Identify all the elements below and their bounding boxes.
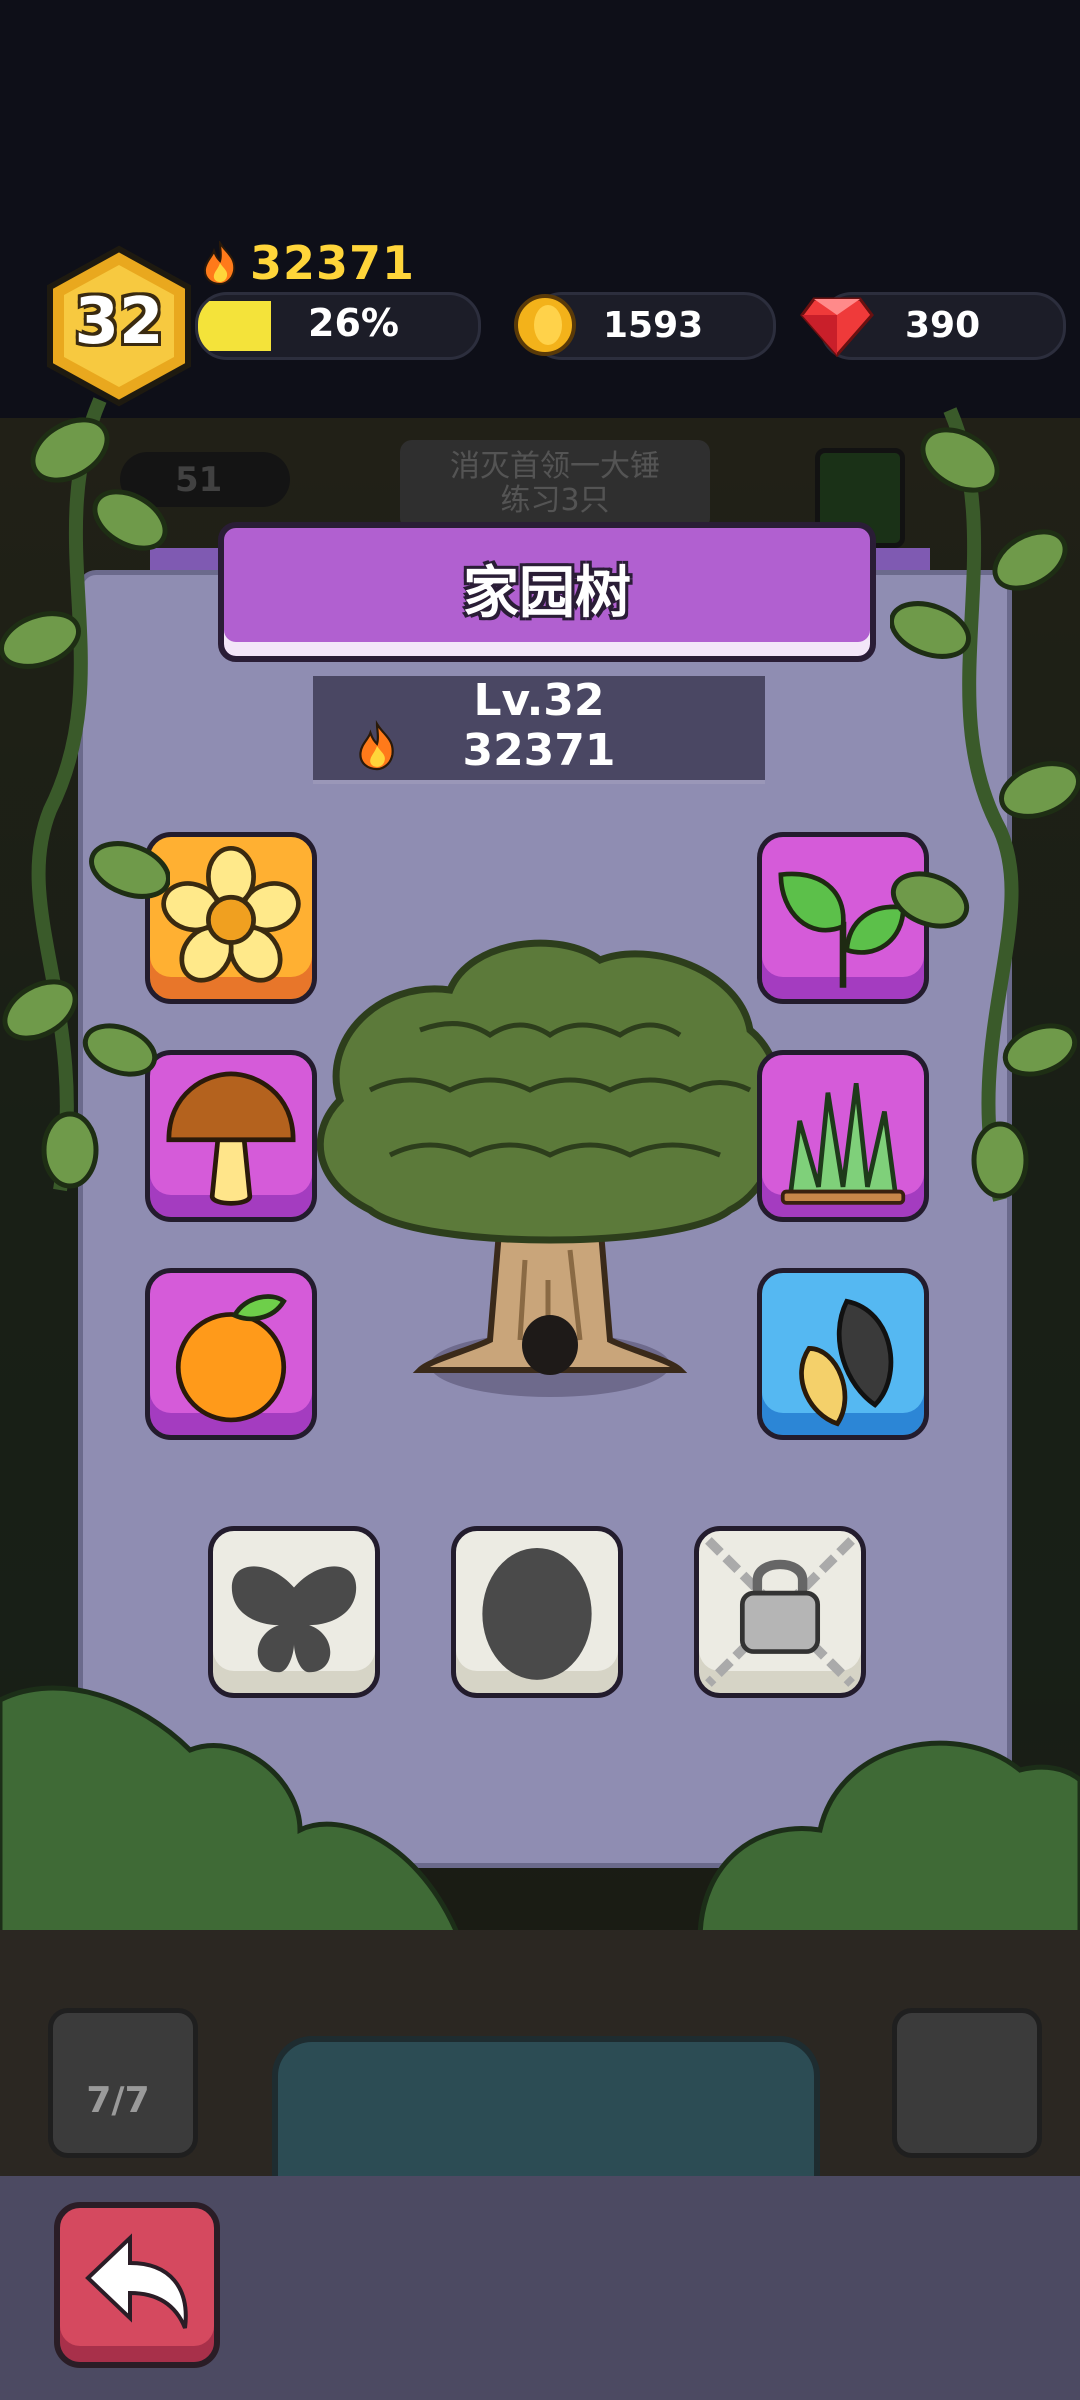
- gem-value: 390: [905, 305, 981, 346]
- flower-icon: [161, 845, 301, 983]
- xp-percent: 26%: [308, 301, 399, 345]
- home-tree-illustration: [316, 939, 786, 1397]
- coin-value: 1593: [603, 305, 704, 346]
- player-level: 32: [74, 285, 164, 359]
- panel-title: 家园树: [463, 561, 631, 626]
- flower-slot[interactable]: [145, 832, 317, 1004]
- plant-slots-count: 7/7: [86, 2080, 150, 2121]
- xp-bar: 26%: [195, 292, 481, 360]
- flame-icon: [359, 720, 394, 771]
- flame-icon: [203, 241, 236, 285]
- back-arrow-icon: [85, 2233, 188, 2329]
- shovel-button[interactable]: [892, 2008, 1042, 2158]
- player-power: 32371: [200, 236, 416, 290]
- ruby-gem-icon: [800, 297, 874, 357]
- leaf-sprout-icon: [778, 871, 906, 988]
- grass-slot[interactable]: [757, 1050, 929, 1222]
- garden-plot: [272, 2036, 820, 2198]
- back-button[interactable]: [54, 2202, 220, 2368]
- mushroom-icon: [166, 1071, 296, 1206]
- orange-fruit-icon: [175, 1294, 287, 1423]
- grass-icon: [780, 1082, 906, 1205]
- coin-icon: [514, 294, 576, 356]
- xp-bar-fill: [198, 301, 271, 351]
- seeds-slot[interactable]: [757, 1268, 929, 1440]
- power-value: 32371: [250, 236, 416, 290]
- bushes-decoration: [0, 1685, 1080, 1940]
- mushroom-slot[interactable]: [145, 1050, 317, 1222]
- sunflower-seeds-icon: [799, 1298, 894, 1427]
- tree-level-label: Lv.32: [473, 675, 605, 726]
- leaf-slot[interactable]: [757, 832, 929, 1004]
- orange-slot[interactable]: [145, 1268, 317, 1440]
